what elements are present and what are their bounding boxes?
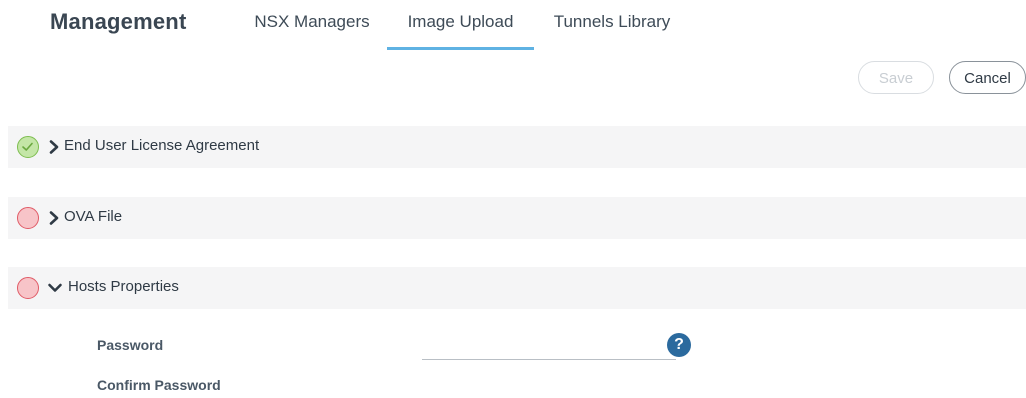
chevron-right-icon [49, 140, 59, 154]
chevron-down-icon [48, 283, 62, 292]
cancel-button[interactable]: Cancel [949, 61, 1026, 94]
chevron-right-icon [49, 211, 59, 225]
password-label: Password [97, 337, 164, 353]
confirm-password-label: Confirm Password [97, 377, 221, 393]
active-tab-indicator [387, 47, 534, 50]
save-button[interactable]: Save [858, 61, 934, 94]
image-upload-page: Management NSX Managers Image Upload Tun… [0, 0, 1026, 398]
tab-nsx-managers[interactable]: NSX Managers [254, 12, 370, 50]
page-title: Management [50, 9, 187, 34]
section-hosts-properties[interactable]: Hosts Properties [8, 267, 1026, 309]
incomplete-status-icon [17, 207, 39, 229]
help-icon[interactable]: ? [667, 333, 691, 357]
tab-tunnels-library[interactable]: Tunnels Library [552, 12, 672, 50]
section-label: Hosts Properties [68, 278, 179, 295]
section-label: End User License Agreement [64, 137, 260, 154]
section-ova-file[interactable]: OVA File [8, 197, 1026, 239]
incomplete-status-icon [17, 277, 39, 299]
management-header: Management NSX Managers Image Upload Tun… [0, 0, 1026, 50]
password-input[interactable] [422, 336, 676, 360]
complete-status-icon [17, 136, 39, 158]
section-label: OVA File [64, 208, 123, 225]
tab-image-upload[interactable]: Image Upload [387, 12, 534, 50]
section-end-user-license-agreement[interactable]: End User License Agreement [8, 126, 1026, 168]
